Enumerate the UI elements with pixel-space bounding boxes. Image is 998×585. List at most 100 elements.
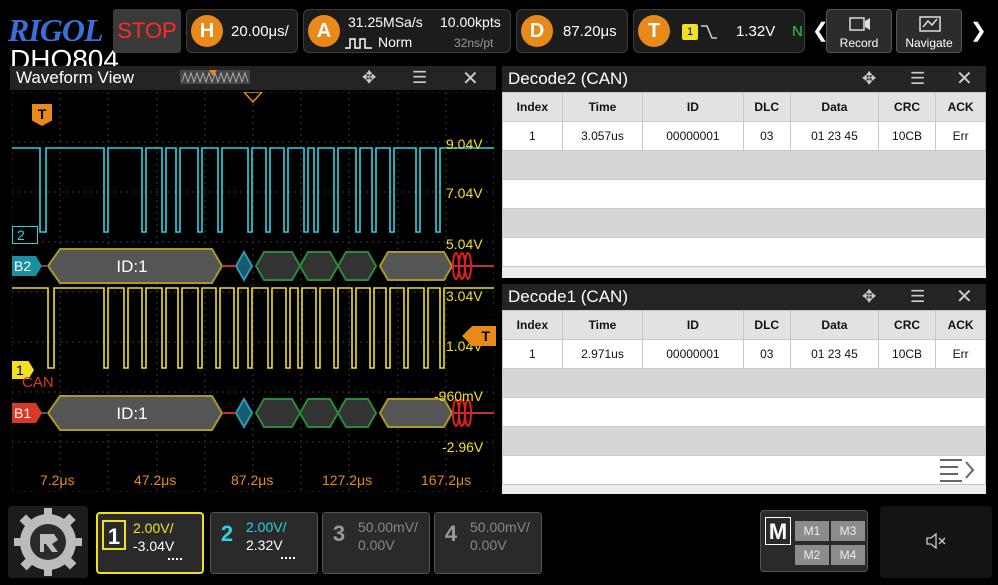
column-header[interactable]: Data bbox=[789, 310, 879, 340]
column-header[interactable]: DLC bbox=[742, 92, 791, 122]
ch2-settings[interactable]: 2 2.00V/ 2.32V bbox=[210, 512, 318, 574]
table-header-row: Index Time ID DLC Data CRC ACK bbox=[502, 310, 986, 340]
bus2-marker[interactable]: B2 bbox=[12, 256, 42, 276]
sample-rate: 31.25MSa/s bbox=[348, 14, 423, 30]
move-icon[interactable]: ✥ bbox=[362, 68, 376, 88]
empty-row bbox=[502, 150, 986, 180]
acquire-mode: Norm bbox=[378, 34, 413, 50]
move-icon[interactable]: ✥ bbox=[862, 69, 876, 89]
home-button[interactable] bbox=[8, 506, 88, 578]
memory-overview-bar[interactable] bbox=[180, 70, 250, 84]
mute-button[interactable] bbox=[880, 506, 992, 578]
ch1-offset: -3.04V bbox=[133, 538, 175, 554]
table-row[interactable]: 1 3.057us 00000001 03 01 23 45 10CB Err bbox=[502, 121, 986, 151]
close-icon[interactable]: ✕ bbox=[956, 66, 973, 91]
ch3-settings[interactable]: 3 50.00mV/ 0.00V bbox=[322, 512, 430, 574]
ch2-offset-marker[interactable]: 2 bbox=[12, 226, 38, 244]
column-header[interactable]: ACK bbox=[935, 310, 986, 340]
empty-row bbox=[502, 426, 986, 456]
empty-row bbox=[502, 455, 986, 485]
bus1-frame-label: ID:1 bbox=[116, 404, 147, 423]
speaker-muted-icon bbox=[926, 532, 946, 550]
column-header[interactable]: ID bbox=[642, 310, 744, 340]
ch2-scale: 2.00V/ bbox=[246, 519, 287, 535]
voltage-label: -960mV bbox=[434, 388, 484, 404]
trigger-chip[interactable]: T 1 1.32V N bbox=[633, 9, 805, 53]
run-stop-button[interactable]: STOP bbox=[113, 9, 181, 53]
table-cell: Err bbox=[935, 121, 986, 151]
decode2-panel: Decode2 (CAN) ✥ ☰ ✕ Index Time ID DLC Da… bbox=[502, 66, 986, 278]
column-header[interactable]: CRC bbox=[877, 92, 937, 122]
empty-row bbox=[502, 368, 986, 398]
waveform-grid[interactable]: ID:1 ID:1 bbox=[12, 92, 494, 492]
acquire-mode-icon bbox=[345, 38, 372, 49]
navigate-icon bbox=[919, 16, 941, 32]
math-m1[interactable]: M1 bbox=[795, 521, 829, 541]
coupling-icon bbox=[168, 558, 182, 560]
table-header-row: Index Time ID DLC Data CRC ACK bbox=[502, 92, 986, 122]
decode1-title: Decode1 (CAN) bbox=[508, 287, 628, 306]
collapse-list-icon[interactable] bbox=[938, 456, 976, 484]
horizontal-badge: H bbox=[191, 15, 223, 47]
scroll-right-icon[interactable]: ❯ bbox=[970, 18, 987, 43]
table-row[interactable]: 1 2.971us 00000001 03 01 23 45 10CB Err bbox=[502, 339, 986, 369]
close-icon[interactable]: ✕ bbox=[462, 66, 479, 91]
table-cell: 03 bbox=[742, 339, 791, 369]
record-icon bbox=[849, 17, 870, 31]
menu-icon[interactable]: ☰ bbox=[412, 68, 427, 88]
time-label: 167.2μs bbox=[421, 472, 472, 488]
trigger-level-value: 1.32V bbox=[736, 23, 776, 40]
delay-value: 87.20μs bbox=[563, 23, 617, 40]
acquire-chip[interactable]: A 31.25MSa/s 10.00kpts Norm 32ns/pt bbox=[303, 9, 511, 53]
ch2-number: 2 bbox=[220, 521, 234, 546]
move-icon[interactable]: ✥ bbox=[862, 287, 876, 307]
math-badge: M bbox=[765, 517, 791, 545]
record-button[interactable]: Record bbox=[826, 9, 892, 53]
table-cell: 00000001 bbox=[642, 339, 744, 369]
empty-row bbox=[502, 208, 986, 238]
column-header[interactable]: Index bbox=[502, 310, 563, 340]
math-m2[interactable]: M2 bbox=[795, 545, 829, 565]
column-header[interactable]: ACK bbox=[935, 92, 986, 122]
column-header[interactable]: Index bbox=[502, 92, 563, 122]
waveform-view-title: Waveform View bbox=[16, 68, 135, 87]
math-m4[interactable]: M4 bbox=[831, 545, 865, 565]
voltage-label: 5.04V bbox=[446, 236, 483, 252]
math-m3[interactable]: M3 bbox=[831, 521, 865, 541]
column-header[interactable]: Time bbox=[561, 310, 644, 340]
trigger-mode: N bbox=[792, 23, 803, 40]
voltage-label: 7.04V bbox=[446, 185, 483, 201]
decode1-table: Index Time ID DLC Data CRC ACK 1 2.971us… bbox=[502, 310, 986, 485]
close-icon[interactable]: ✕ bbox=[956, 284, 973, 309]
column-header[interactable]: ID bbox=[642, 92, 744, 122]
table-cell: 10CB bbox=[877, 121, 937, 151]
can-label: CAN bbox=[22, 374, 54, 391]
ch3-scale: 50.00mV/ bbox=[358, 519, 418, 535]
bus1-decode-track bbox=[12, 395, 494, 431]
decode2-header: Decode2 (CAN) ✥ ☰ ✕ bbox=[502, 66, 986, 92]
math-panel[interactable]: M M1 M3 M2 M4 bbox=[760, 510, 868, 572]
ch4-settings[interactable]: 4 50.00mV/ 0.00V bbox=[434, 512, 542, 574]
decode2-title: Decode2 (CAN) bbox=[508, 69, 628, 88]
bus1-marker[interactable]: B1 bbox=[12, 403, 42, 423]
acquire-badge: A bbox=[308, 15, 340, 47]
ch3-offset: 0.00V bbox=[358, 537, 395, 553]
navigate-button[interactable]: Navigate bbox=[896, 9, 962, 53]
bus2-frame-label: ID:1 bbox=[116, 257, 147, 276]
ch4-number: 4 bbox=[444, 521, 458, 546]
time-label: 7.2μs bbox=[40, 472, 75, 488]
table-cell: 01 23 45 bbox=[789, 339, 879, 369]
horizontal-scale-chip[interactable]: H 20.00μs/ bbox=[186, 9, 298, 53]
column-header[interactable]: Data bbox=[789, 92, 879, 122]
menu-icon[interactable]: ☰ bbox=[910, 287, 925, 307]
delay-chip[interactable]: D 87.20μs bbox=[516, 9, 628, 53]
table-cell: 1 bbox=[502, 339, 563, 369]
trigger-badge: T bbox=[638, 15, 670, 47]
menu-icon[interactable]: ☰ bbox=[910, 69, 925, 89]
sample-interval: 32ns/pt bbox=[454, 36, 494, 50]
column-header[interactable]: CRC bbox=[877, 310, 937, 340]
ch1-settings[interactable]: 1 2.00V/ -3.04V bbox=[96, 512, 204, 574]
column-header[interactable]: Time bbox=[561, 92, 644, 122]
column-header[interactable]: DLC bbox=[742, 310, 791, 340]
ch1-scale: 2.00V/ bbox=[133, 520, 174, 536]
